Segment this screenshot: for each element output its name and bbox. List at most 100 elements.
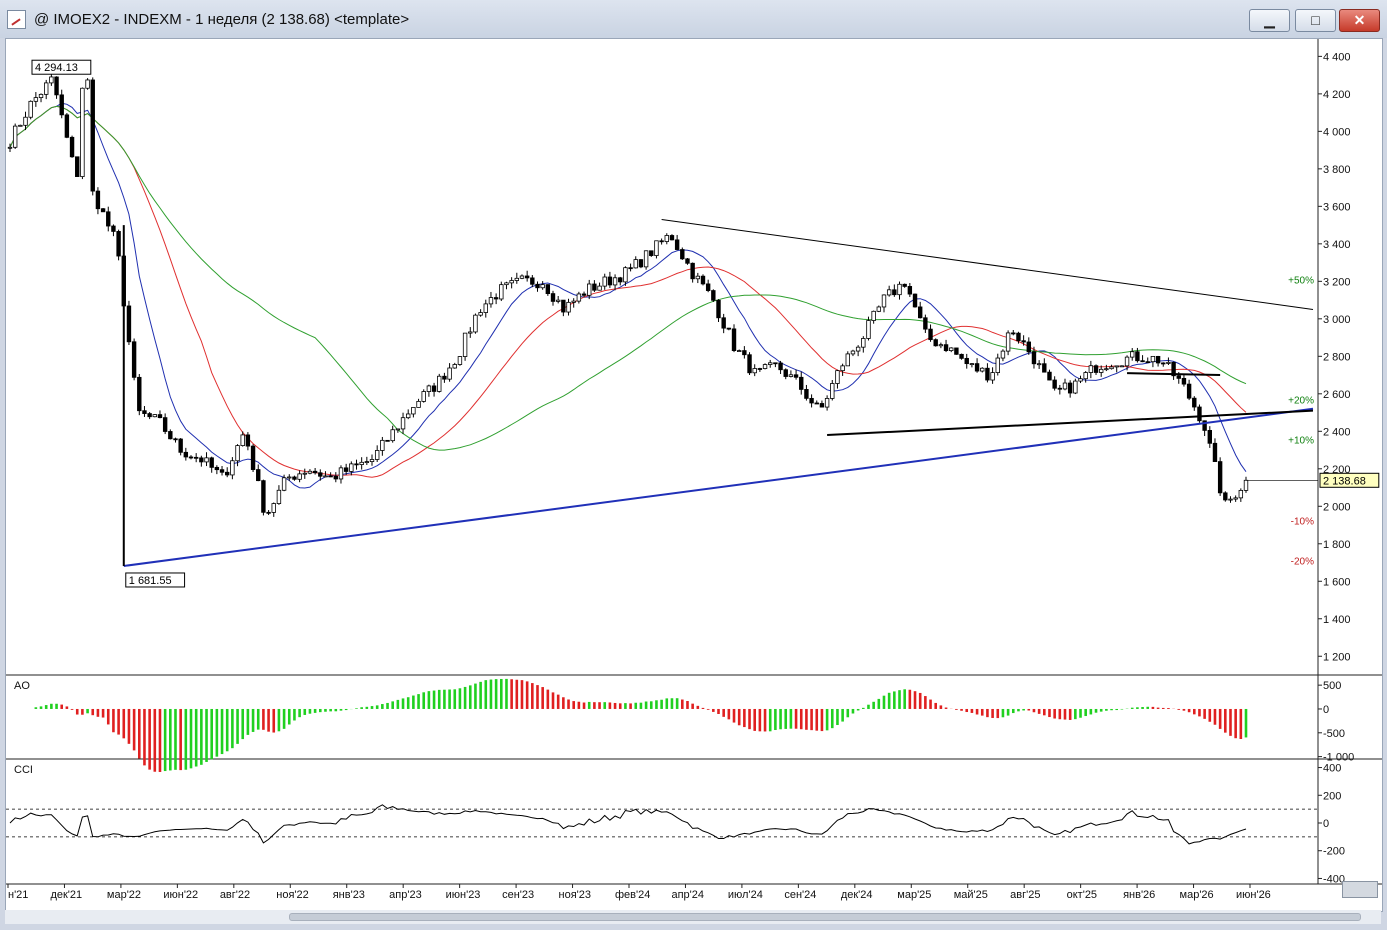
candle-body xyxy=(59,94,64,116)
horizontal-scrollbar[interactable] xyxy=(5,910,1381,924)
candle-body xyxy=(990,372,995,381)
candle-body xyxy=(985,367,990,381)
candle-body xyxy=(1130,351,1135,358)
candle-body xyxy=(876,306,882,312)
ma-mid-line xyxy=(9,105,1247,478)
candle-body xyxy=(100,208,106,213)
candle-body xyxy=(902,283,907,287)
candle-body xyxy=(302,472,307,475)
percent-level-label: -20% xyxy=(1291,557,1314,568)
chart-svg[interactable]: 1 2001 4001 6001 8002 0002 2002 4002 600… xyxy=(6,39,1382,911)
candle-body xyxy=(1042,363,1047,373)
candle-body xyxy=(437,375,442,392)
cci-title: CCI xyxy=(14,764,33,776)
scroll-thumb[interactable] xyxy=(289,913,1361,921)
candle-body xyxy=(855,346,861,352)
price-tick-label: 1 800 xyxy=(1323,539,1351,551)
candle-body xyxy=(457,356,463,365)
candle-body xyxy=(783,369,788,377)
candle-body xyxy=(468,331,473,334)
price-tick-label: 2 400 xyxy=(1323,426,1351,438)
time-tick-label: н'21 xyxy=(8,889,28,901)
candle-body xyxy=(768,362,773,365)
candle-body xyxy=(778,362,783,371)
candle-body xyxy=(400,417,406,430)
candle-body xyxy=(840,365,845,372)
candle-body xyxy=(1109,366,1114,370)
candle-body xyxy=(18,124,23,127)
candle-body xyxy=(897,283,902,296)
ao-panel: AO 5000-500-1 000 xyxy=(14,678,1354,772)
candle-body xyxy=(1052,379,1057,389)
candle-body xyxy=(359,461,364,465)
candle-body xyxy=(431,385,437,392)
candle-body xyxy=(1140,360,1145,363)
candle-body xyxy=(1114,365,1119,368)
candle-body xyxy=(980,367,985,372)
time-axis: н'21 дек'21 мар'22 июн'22 авг'22 ноя'22 янв'23… xyxy=(7,884,1271,901)
candle-body xyxy=(576,293,582,302)
candle-body xyxy=(307,470,313,474)
cci-panel: CCI 4002000-200-400 xyxy=(6,763,1345,885)
candle-body xyxy=(959,353,964,359)
candle-body xyxy=(524,275,530,279)
candle-body xyxy=(90,79,95,192)
app-icon xyxy=(7,10,26,29)
candle-body xyxy=(762,364,768,369)
cci-line xyxy=(9,804,1247,845)
candle-body xyxy=(571,300,576,303)
candle-body xyxy=(1000,350,1006,359)
candle-body xyxy=(183,451,189,458)
candle-body xyxy=(1119,365,1125,368)
candle-body xyxy=(928,328,933,341)
candle-body xyxy=(509,280,514,284)
candle-body xyxy=(892,289,897,296)
price-tick-label: 2 000 xyxy=(1323,501,1351,513)
candle-body xyxy=(773,362,778,365)
candle-body xyxy=(209,457,214,468)
candle-body xyxy=(478,312,483,316)
candle-body xyxy=(674,239,680,250)
low-label: 1 681.55 xyxy=(129,575,172,587)
candle-body xyxy=(612,277,618,286)
candle-body xyxy=(731,328,737,352)
zoom-box[interactable] xyxy=(1342,881,1378,898)
candle-body xyxy=(1228,498,1233,501)
candle-body xyxy=(266,511,271,514)
candle-body xyxy=(530,277,535,285)
candle-body xyxy=(1161,362,1166,365)
candle-body xyxy=(395,428,401,431)
candle-body xyxy=(473,314,478,333)
candle-body xyxy=(442,375,447,380)
candle-body xyxy=(845,353,850,367)
time-tick-label: окт'25 xyxy=(1067,889,1097,901)
candle-body xyxy=(638,259,644,268)
price-tick-label: 3 400 xyxy=(1323,239,1351,251)
time-tick-label: июл'24 xyxy=(728,889,763,901)
percent-levels: +50% +20% +10% -10% -20% xyxy=(1288,275,1314,567)
candle-body xyxy=(1067,382,1073,394)
time-tick-label: июн'22 xyxy=(163,889,198,901)
candle-body xyxy=(333,475,339,480)
title-bar[interactable]: @ IMOEX2 - INDEXM - 1 неделя (2 138.68) … xyxy=(0,0,1387,38)
candle-body xyxy=(95,190,101,210)
time-tick-label: мар'22 xyxy=(107,889,141,901)
price-annotations: 4 294.13 1 681.55 2 138.68 xyxy=(31,59,1380,588)
candle-body xyxy=(736,350,742,352)
candle-body xyxy=(178,438,183,453)
candle-body xyxy=(1145,361,1150,364)
minimize-button[interactable]: ▁ xyxy=(1249,9,1290,32)
candle-body xyxy=(540,284,545,289)
cci-tick-label: 0 xyxy=(1323,818,1329,830)
candle-body xyxy=(1021,340,1026,343)
maximize-button[interactable]: □ xyxy=(1295,9,1336,32)
candle-body xyxy=(111,225,116,232)
close-button[interactable]: ✕ xyxy=(1339,9,1380,32)
candle-body xyxy=(1073,380,1078,394)
candle-body xyxy=(44,82,49,95)
candle-body xyxy=(385,439,390,442)
candle-body xyxy=(7,146,13,149)
time-tick-label: дек'21 xyxy=(50,889,82,901)
candle-body xyxy=(328,475,333,478)
candle-body xyxy=(690,262,695,280)
